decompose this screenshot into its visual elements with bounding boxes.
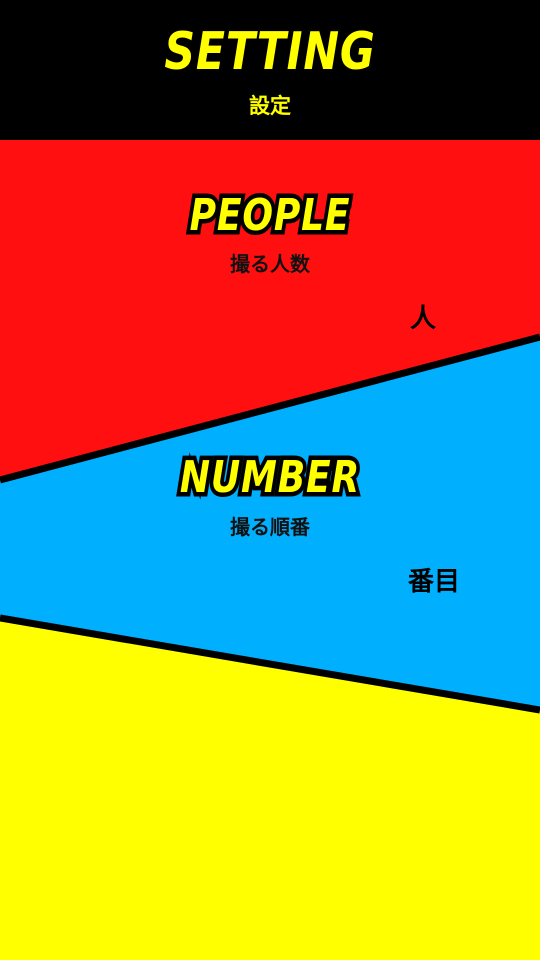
people-section-title: PEOPLE bbox=[186, 186, 353, 246]
number-unit-label: 番目 bbox=[408, 567, 461, 597]
shooting-order-input[interactable] bbox=[290, 565, 402, 599]
people-unit-label: 人 bbox=[410, 304, 437, 334]
page-subtitle: 設定 bbox=[249, 94, 291, 118]
number-section-title: NUMBER bbox=[176, 448, 363, 508]
page-title: SETTING bbox=[164, 22, 376, 82]
number-section-subtitle: 撮る順番 bbox=[230, 515, 310, 539]
people-count-input[interactable] bbox=[300, 302, 404, 336]
settings-screen: SETTING 設定 PEOPLE 撮る人数 人 NUMBER 撮る順番 番目 bbox=[0, 0, 540, 960]
people-section-subtitle: 撮る人数 bbox=[230, 252, 310, 276]
